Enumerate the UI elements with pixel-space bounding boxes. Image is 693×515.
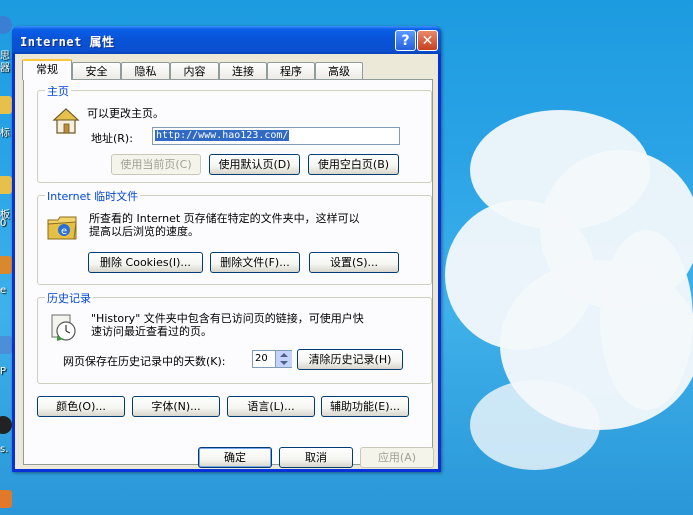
temp-files-description-line2: 提高以后浏览的速度。 xyxy=(89,225,199,238)
tab-general[interactable]: 常规 xyxy=(22,59,72,80)
spin-up-icon[interactable] xyxy=(280,353,288,357)
shortcut-icon[interactable] xyxy=(0,336,12,354)
cloud-shape xyxy=(600,230,693,410)
shortcut-icon[interactable] xyxy=(0,490,12,508)
address-value: http://www.hao123.com/ xyxy=(155,130,290,141)
shortcut-icon[interactable] xyxy=(0,256,12,274)
tab-advanced[interactable]: 高级 xyxy=(315,62,363,79)
internet-options-window: Internet 属性 ? ✕ 常规 安全 隐私 内容 连接 程序 高级 主页 … xyxy=(12,26,441,472)
ok-button[interactable]: 确定 xyxy=(198,447,272,468)
temp-files-group: Internet 临时文件 e 所查看的 Internet 页存储在特定的文件夹… xyxy=(37,188,432,285)
window-title: Internet 属性 xyxy=(20,35,115,49)
desktop-label: P xyxy=(0,366,7,377)
homepage-group-title: 主页 xyxy=(45,83,71,99)
svg-text:e: e xyxy=(61,226,67,237)
clear-history-button[interactable]: 清除历史记录(H) xyxy=(297,349,403,370)
address-label: 地址(R): xyxy=(91,132,133,145)
use-blank-page-button[interactable]: 使用空白页(B) xyxy=(308,154,399,175)
desktop-label: 器 xyxy=(0,63,10,74)
homepage-description: 可以更改主页。 xyxy=(87,107,164,120)
history-days-spinner[interactable] xyxy=(275,351,292,367)
delete-files-button[interactable]: 删除文件(F)... xyxy=(210,252,300,273)
apply-button[interactable]: 应用(A) xyxy=(360,447,434,468)
my-computer-icon[interactable] xyxy=(0,16,12,34)
folder-icon[interactable] xyxy=(0,176,12,194)
settings-button[interactable]: 设置(S)... xyxy=(309,252,399,273)
general-tab-panel: 主页 可以更改主页。 地址(R): http://www.hao123.com/… xyxy=(23,79,433,465)
desktop-label: 0 xyxy=(0,218,7,229)
temp-files-group-title: Internet 临时文件 xyxy=(45,188,141,204)
tab-connections[interactable]: 连接 xyxy=(219,62,267,79)
fonts-button[interactable]: 字体(N)... xyxy=(132,396,220,417)
use-current-page-button[interactable]: 使用当前页(C) xyxy=(111,154,201,175)
tab-content[interactable]: 内容 xyxy=(170,62,219,79)
tab-security[interactable]: 安全 xyxy=(72,62,121,79)
accessibility-button[interactable]: 辅助功能(E)... xyxy=(321,396,409,417)
history-days-value: 20 xyxy=(255,353,268,364)
temp-files-folder-icon: e xyxy=(47,216,77,240)
tab-privacy[interactable]: 隐私 xyxy=(121,62,170,79)
cancel-button[interactable]: 取消 xyxy=(279,447,353,468)
home-icon xyxy=(52,108,80,134)
desktop-label: e xyxy=(0,285,7,296)
dialog-client-area: 常规 安全 隐私 内容 连接 程序 高级 主页 可以更改主页。 地址(R): h… xyxy=(15,54,438,469)
use-default-page-button[interactable]: 使用默认页(D) xyxy=(209,154,300,175)
qq-penguin-icon[interactable] xyxy=(0,416,12,434)
history-days-label: 网页保存在历史记录中的天数(K): xyxy=(63,355,226,368)
history-description-line2: 速访问最近查看过的页。 xyxy=(91,325,212,338)
history-clock-icon xyxy=(51,314,76,341)
cloud-shape xyxy=(470,380,600,470)
history-group: 历史记录 "History" 文件夹中包含有已访问页的链接，可使用户快 速访问最… xyxy=(37,290,432,384)
desktop-label: 标 xyxy=(0,128,10,139)
delete-cookies-button[interactable]: 删除 Cookies(I)... xyxy=(88,252,203,273)
history-group-title: 历史记录 xyxy=(45,290,93,306)
homepage-group: 主页 可以更改主页。 地址(R): http://www.hao123.com/… xyxy=(37,83,432,183)
close-button[interactable]: ✕ xyxy=(417,30,438,51)
colors-button[interactable]: 颜色(O)... xyxy=(37,396,125,417)
folder-icon[interactable] xyxy=(0,96,12,114)
help-button[interactable]: ? xyxy=(395,30,416,51)
desktop-label: s. xyxy=(0,444,9,455)
homepage-address-input[interactable]: http://www.hao123.com/ xyxy=(152,127,400,145)
title-bar[interactable]: Internet 属性 ? ✕ xyxy=(12,26,441,54)
spin-down-icon[interactable] xyxy=(280,361,288,365)
languages-button[interactable]: 语言(L)... xyxy=(227,396,315,417)
tab-programs[interactable]: 程序 xyxy=(267,62,315,79)
